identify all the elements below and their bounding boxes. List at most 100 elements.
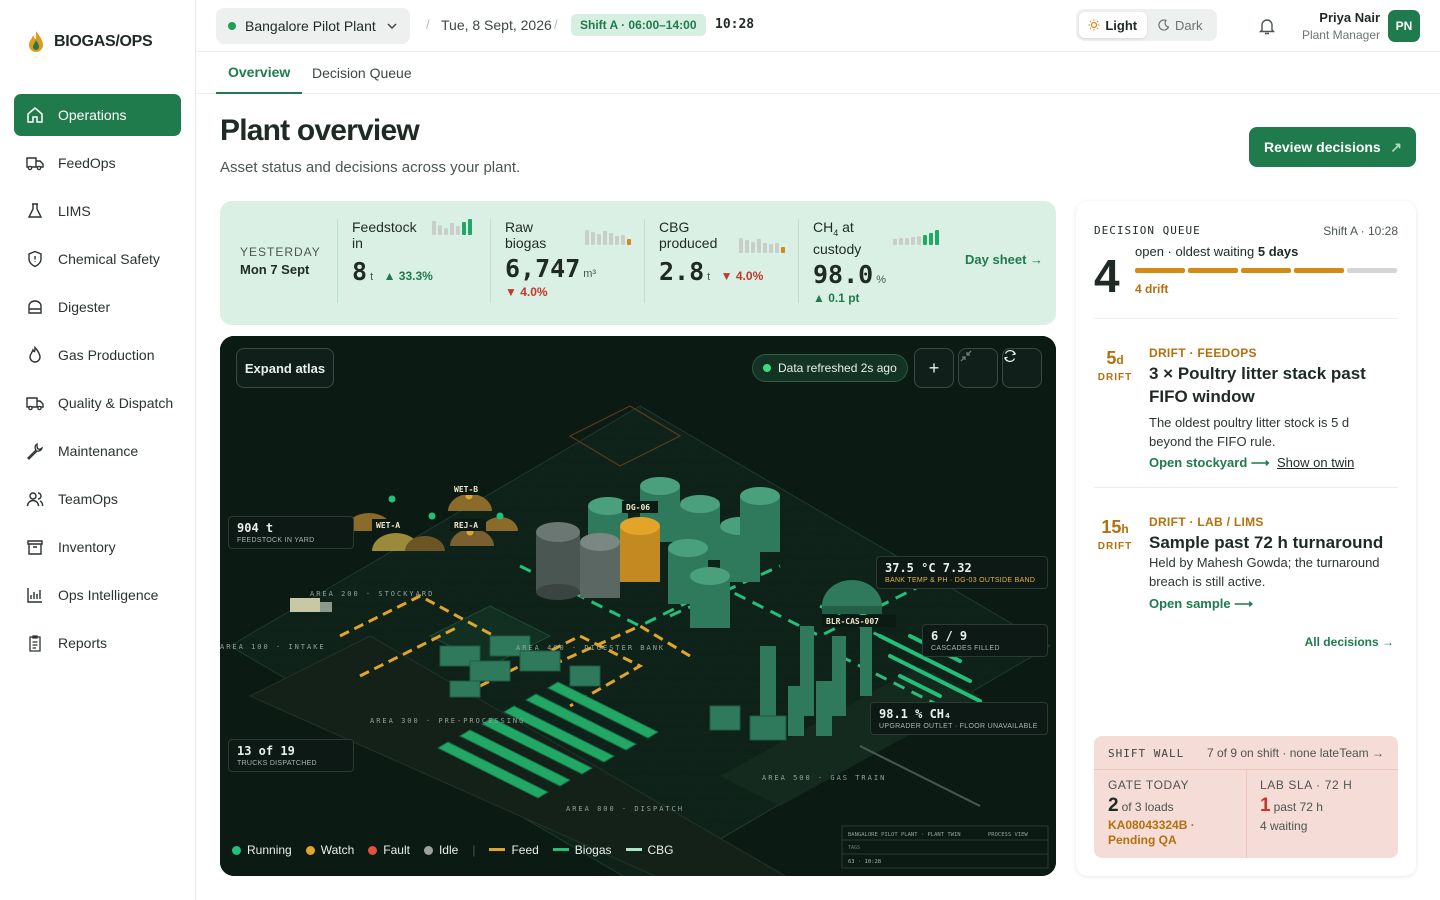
ch4-outlet-callout[interactable]: 98.1 % CH₄ UPGRADER OUTLET · FLOOR UNAVA… — [870, 702, 1048, 735]
current-date: Tue, 8 Sept, 2026 — [441, 17, 552, 33]
decision-description: The oldest poultry litter stock is 5 d b… — [1149, 415, 1350, 449]
brand-logo[interactable]: BIOGAS/OPS — [26, 30, 153, 54]
legend-cbg[interactable]: CBG — [625, 843, 674, 857]
sidebar-item-teamops[interactable]: TeamOps — [14, 478, 181, 520]
legend-divider: | — [472, 843, 476, 857]
legend-idle[interactable]: Idle — [423, 843, 458, 857]
decision-card[interactable]: 5d DRIFT DRIFT · FEEDOPS 3 × Poultry lit… — [1094, 340, 1398, 470]
kpi-label: Raw biogas — [505, 219, 547, 251]
user-name: Priya Nair — [1319, 10, 1380, 25]
plant-selector[interactable]: Bangalore Pilot Plant — [216, 8, 410, 44]
gate-today[interactable]: GATE TODAY 2 of 3 loads KA08043324B · Pen… — [1108, 778, 1238, 848]
lab-sla[interactable]: LAB SLA · 72 H 1 past 72 h 4 waiting — [1260, 778, 1390, 833]
sidebar-item-label: Ops Intelligence — [58, 587, 159, 603]
shift-wall-summary: 7 of 9 on shift · none late — [1207, 746, 1340, 760]
sidebar-item-operations[interactable]: Operations — [14, 94, 181, 136]
bell-icon — [1258, 19, 1276, 35]
collapse-icon — [960, 350, 972, 362]
sidebar-item-digester[interactable]: Digester — [14, 286, 181, 328]
theme-dark-button[interactable]: Dark — [1147, 12, 1215, 38]
user-info[interactable]: Priya Nair Plant Manager — [1302, 10, 1380, 42]
plus-icon: + — [928, 357, 940, 378]
decision-description: Held by Mahesh Gowda; the turnaround bre… — [1149, 555, 1380, 589]
notifications-button[interactable] — [1257, 16, 1277, 41]
sidebar-item-inventory[interactable]: Inventory — [14, 526, 181, 568]
sidebar-item-chemical-safety[interactable]: Chemical Safety — [14, 238, 181, 280]
kpi-period: YESTERDAY Mon 7 Sept — [240, 245, 321, 277]
user-role: Plant Manager — [1301, 28, 1380, 42]
decision-title: Sample past 72 h turnaround — [1149, 533, 1384, 552]
feed-line-icon — [489, 848, 506, 851]
all-decisions-link[interactable]: All decisions → — [1305, 635, 1394, 649]
avatar[interactable]: PN — [1388, 10, 1420, 42]
sidebar-item-feedops[interactable]: FeedOps — [14, 142, 181, 184]
kpi-delta: ▼ 4.0% — [720, 269, 764, 283]
age-value: 5 — [1106, 348, 1117, 368]
team-link[interactable]: Team → — [1339, 746, 1384, 760]
gate-label: GATE TODAY — [1108, 778, 1190, 792]
theme-toggle: Light Dark — [1076, 9, 1217, 41]
kpi-period-label: YESTERDAY — [240, 245, 321, 259]
legend-fault[interactable]: Fault — [368, 843, 410, 857]
legend-biogas[interactable]: Biogas — [552, 843, 612, 857]
kpi-unit: t — [370, 271, 374, 283]
breadcrumb-separator: / — [554, 17, 558, 32]
open-sample-link[interactable]: Open sample ⟶ — [1149, 596, 1253, 612]
decision-title: 3 × Poultry litter stack past FIFO windo… — [1149, 364, 1366, 406]
review-decisions-button[interactable]: Review decisions ↗ — [1249, 127, 1416, 167]
shield-icon — [28, 250, 42, 268]
open-stockyard-link[interactable]: Open stockyard ⟶ — [1149, 455, 1270, 471]
cascades-callout[interactable]: 6 / 9 CASCADES FILLED — [922, 624, 1048, 657]
collapse-button[interactable] — [958, 348, 998, 388]
decision-card[interactable]: 15h DRIFT DRIFT · LAB / LIMS Sample past… — [1094, 509, 1398, 619]
callout-label: BANK TEMP & PH · DG-03 OUTSIDE BAND — [885, 577, 1036, 584]
zoom-in-button[interactable]: + — [914, 348, 954, 388]
asset-tag: REJ-A — [454, 521, 478, 530]
theme-light-button[interactable]: Light — [1079, 12, 1147, 38]
gate-note: KA08043324B · Pending QA — [1108, 818, 1195, 847]
trucks-callout[interactable]: 13 of 19 TRUCKS DISPATCHED — [228, 739, 354, 772]
biogas-line-icon — [552, 848, 569, 851]
lab-sla-number: 1 — [1260, 795, 1271, 816]
archive-icon — [27, 540, 43, 555]
show-on-twin-link[interactable]: Show on twin — [1277, 455, 1354, 470]
area-label: AREA 400 · DIGESTER BANK — [516, 644, 666, 652]
sidebar-item-label: Operations — [58, 107, 127, 123]
tab-bar: Overview Decision Queue — [196, 52, 1440, 94]
tab-decision-queue[interactable]: Decision Queue — [300, 52, 424, 94]
sidebar-item-reports[interactable]: Reports — [14, 622, 181, 664]
legend-watch[interactable]: Watch — [305, 843, 354, 857]
plant-name: Bangalore Pilot Plant — [245, 18, 376, 34]
day-sheet-link[interactable]: Day sheet → — [965, 252, 1043, 267]
queue-shift: Shift A · 10:28 — [1323, 224, 1398, 238]
kpi-value: 6,747 — [505, 254, 581, 283]
sidebar-item-quality-dispatch[interactable]: Quality & Dispatch — [14, 382, 181, 424]
gate-of: of 3 loads — [1121, 800, 1174, 814]
sidebar-item-ops-intelligence[interactable]: Ops Intelligence — [14, 574, 181, 616]
bank-temp-callout[interactable]: 37.5 °C 7.32 BANK TEMP & PH · DG-03 OUTS… — [876, 556, 1048, 589]
watch-dot-icon — [305, 846, 315, 855]
tab-overview[interactable]: Overview — [216, 52, 303, 94]
expand-atlas-button[interactable]: Expand atlas — [236, 348, 334, 388]
lab-sla-label: LAB SLA · 72 H — [1260, 778, 1353, 792]
plant-twin-map[interactable]: WET-B WET-A REJ-A DG-06 BLR-CAS-007 BANG… — [220, 336, 1056, 876]
sidebar-item-gas-production[interactable]: Gas Production — [14, 334, 181, 376]
kpi-strip: YESTERDAY Mon 7 Sept Feedstock in 8t ▲ 3… — [220, 201, 1056, 325]
feedstock-callout[interactable]: 904 t FEEDSTOCK IN YARD — [228, 516, 354, 549]
kpi-cbg-produced[interactable]: CBG produced 2.8 t ▼ 4.0% — [644, 219, 798, 303]
callout-label: FEEDSTOCK IN YARD — [237, 537, 315, 544]
top-bar: Bangalore Pilot Plant / Tue, 8 Sept, 202… — [196, 0, 1440, 52]
kpi-delta: ▲ 0.1 pt — [813, 290, 860, 305]
decision-queue-panel: DECISION QUEUE Shift A · 10:28 4 open · … — [1076, 201, 1416, 876]
ch4-sparkline — [893, 227, 939, 245]
sidebar-item-lims[interactable]: LIMS — [14, 190, 181, 232]
legend-running[interactable]: Running — [232, 843, 292, 857]
brand-name: BIOGAS/OPS — [54, 33, 153, 50]
sidebar-item-maintenance[interactable]: Maintenance — [14, 430, 181, 472]
legend-feed[interactable]: Feed — [489, 843, 539, 857]
biogas-sparkline — [585, 227, 631, 245]
feedstock-sparkline — [432, 217, 472, 235]
legend-label: CBG — [647, 843, 674, 857]
kpi-period-date: Mon 7 Sept — [240, 262, 310, 277]
refresh-button[interactable] — [1002, 348, 1042, 388]
